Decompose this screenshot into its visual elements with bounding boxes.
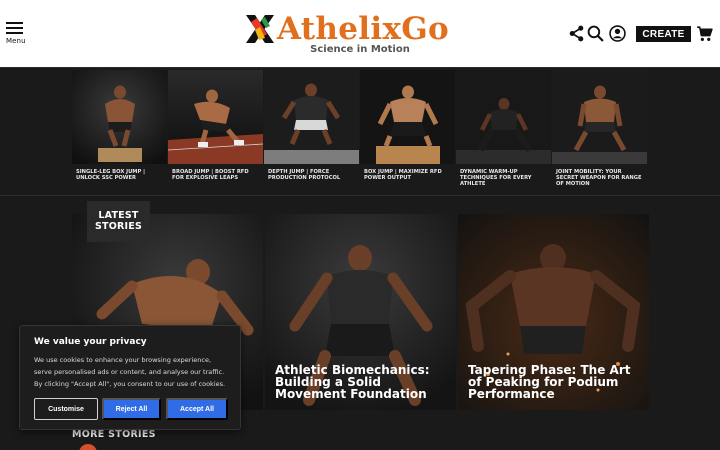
strip-card[interactable]: DYNAMIC WARM-UP TECHNIQUES FOR EVERY ATH… [456,70,552,190]
create-button[interactable]: CREATE [636,26,691,42]
cookie-reject-all-button[interactable]: Reject All [102,398,161,420]
site-tagline: Science in Motion [310,44,410,55]
user-icon[interactable] [609,25,626,42]
strip-card[interactable]: BROAD JUMP | BOOST RFD FOR EXPLOSIVE LEA… [167,70,264,190]
more-stories-heading: MORE STORIES [72,429,156,440]
story-title: Athletic Biomechanics: Building a Solid … [275,363,430,401]
more-stories-avatar [79,444,97,450]
strip-card-image [552,70,647,164]
site-logo[interactable]: AthelixGo [243,11,449,47]
search-icon[interactable] [587,25,604,42]
strip-card-caption: DYNAMIC WARM-UP TECHNIQUES FOR EVERY ATH… [460,169,532,188]
story-card[interactable]: Athletic Biomechanics: Building a Solid … [265,214,456,410]
strip-card[interactable]: JOINT MOBILITY: YOUR SECRET WEAPON FOR R… [552,70,648,190]
cookie-customise-button[interactable]: Customise [34,398,98,420]
story-title: Tapering Phase: The Art of Peaking for P… [468,363,631,401]
strip-card-caption: BROAD JUMP | BOOST RFD FOR EXPLOSIVE LEA… [172,169,249,182]
story-card[interactable]: Tapering Phase: The Art of Peaking for P… [458,214,649,410]
cookie-title: We value your privacy [34,337,147,347]
strip-card-image [167,70,264,164]
strip-card-image [72,70,167,164]
logo-x-mark-icon [246,15,274,43]
strip-card-caption: BOX JUMP | MAXIMIZE RFD POWER OUTPUT [364,169,442,182]
strip-card-caption: JOINT MOBILITY: YOUR SECRET WEAPON FOR R… [556,169,642,188]
cookie-consent-panel: We value your privacy We use cookies to … [19,325,241,430]
strip-card-caption: SINGLE-LEG BOX JUMP | UNLOCK SSC POWER [76,169,145,182]
logo-text: AthelixGo [277,10,449,47]
section-divider [0,195,720,196]
strip-card-image [456,70,551,164]
strip-card-image [264,70,359,164]
strip-card-image [360,70,455,164]
hamburger-icon [6,22,26,34]
site-header: Menu AthelixGo Science in Motion CREATE [0,0,720,68]
share-icon[interactable] [568,25,585,42]
strip-card[interactable]: SINGLE-LEG BOX JUMP | UNLOCK SSC POWER [72,70,168,190]
cart-icon[interactable] [696,25,713,42]
menu-button[interactable]: Menu [6,22,26,48]
cookie-accept-all-button[interactable]: Accept All [166,398,228,420]
latest-stories-badge: LATEST STORIES [87,201,150,242]
strip-card-caption: DEPTH JUMP | FORCE PRODUCTION PROTOCOL [268,169,341,182]
strip-card[interactable]: BOX JUMP | MAXIMIZE RFD POWER OUTPUT [360,70,456,190]
strip-card[interactable]: DEPTH JUMP | FORCE PRODUCTION PROTOCOL [264,70,360,190]
menu-label: Menu [6,37,26,45]
cookie-body: We use cookies to enhance your browsing … [34,356,226,389]
featured-strip: SINGLE-LEG BOX JUMP | UNLOCK SSC POWER B… [72,70,648,190]
